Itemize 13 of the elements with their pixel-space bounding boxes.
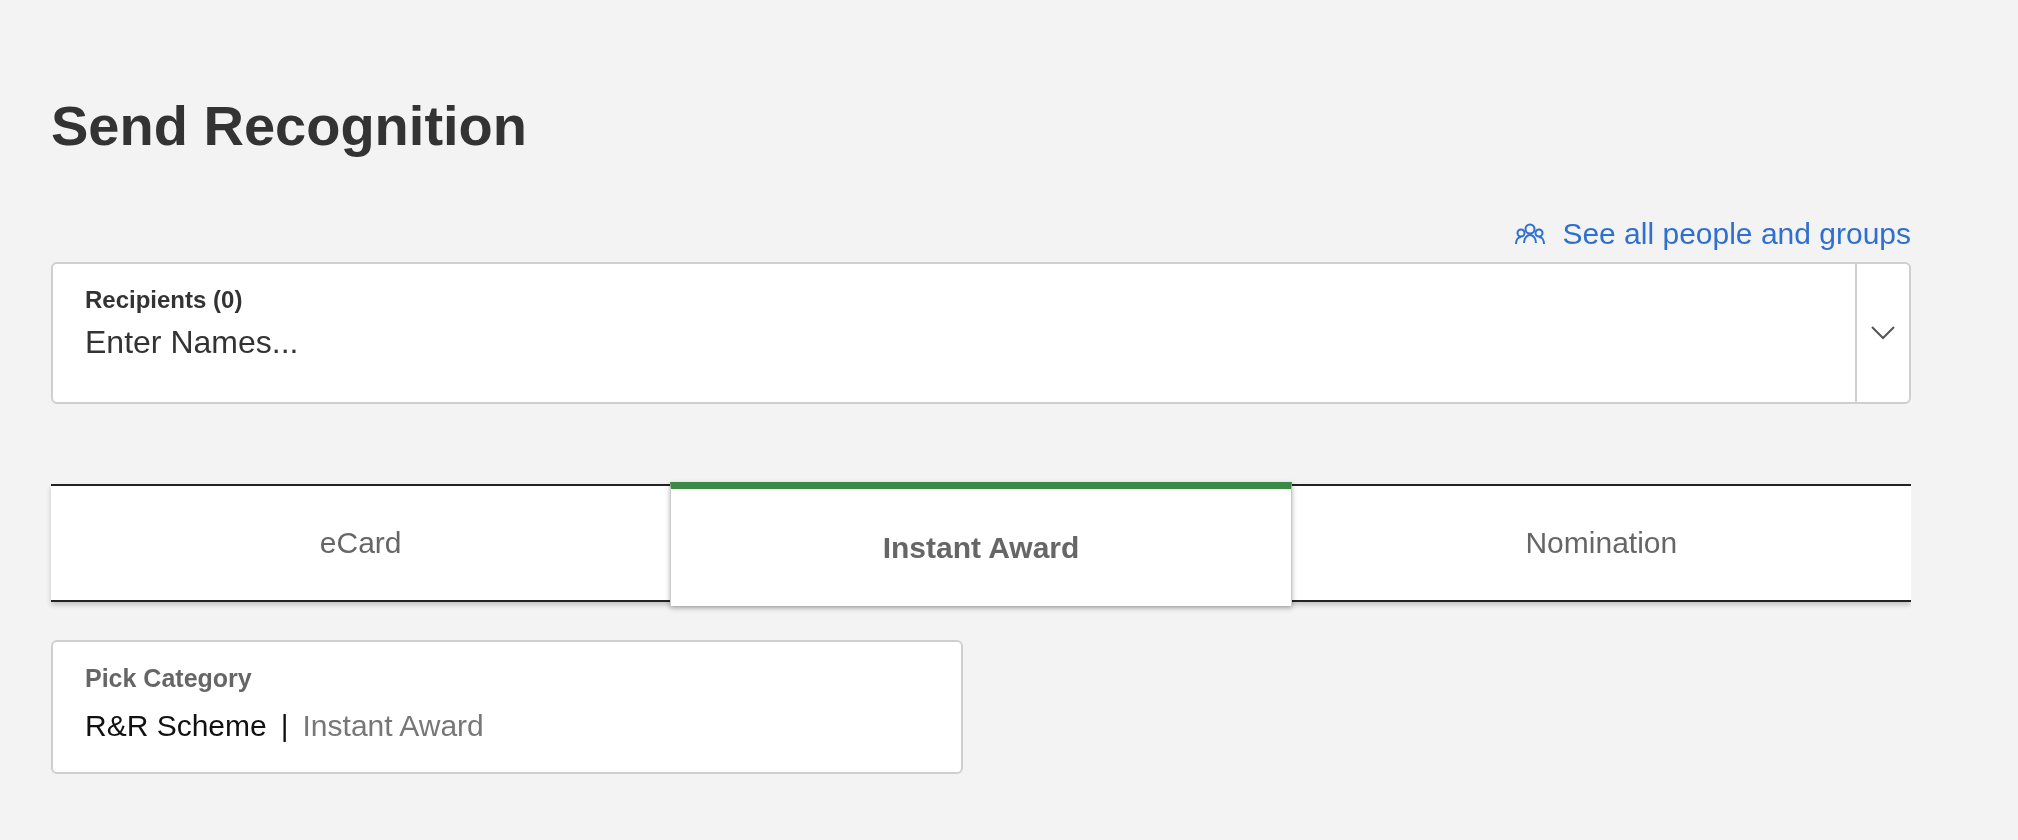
tab[interactable]: Nomination <box>1291 486 1911 600</box>
scheme-name: R&R Scheme <box>85 709 267 743</box>
tab[interactable]: Instant Award <box>670 482 1292 606</box>
separator: | <box>280 709 289 743</box>
field-label: Pick Category <box>85 664 252 693</box>
category-field[interactable]: Pick Category R&R Scheme | Instant Award <box>51 640 963 774</box>
field-label: Recipients (0) <box>85 286 243 314</box>
category-name: Instant Award <box>302 709 484 743</box>
people-icon <box>1514 223 1547 245</box>
see-all-link[interactable]: See all people and groups <box>1514 217 1911 251</box>
tab[interactable]: eCard <box>51 486 671 600</box>
names-input[interactable]: Enter Names... <box>85 324 1823 361</box>
chevron-down-icon <box>1871 326 1895 340</box>
